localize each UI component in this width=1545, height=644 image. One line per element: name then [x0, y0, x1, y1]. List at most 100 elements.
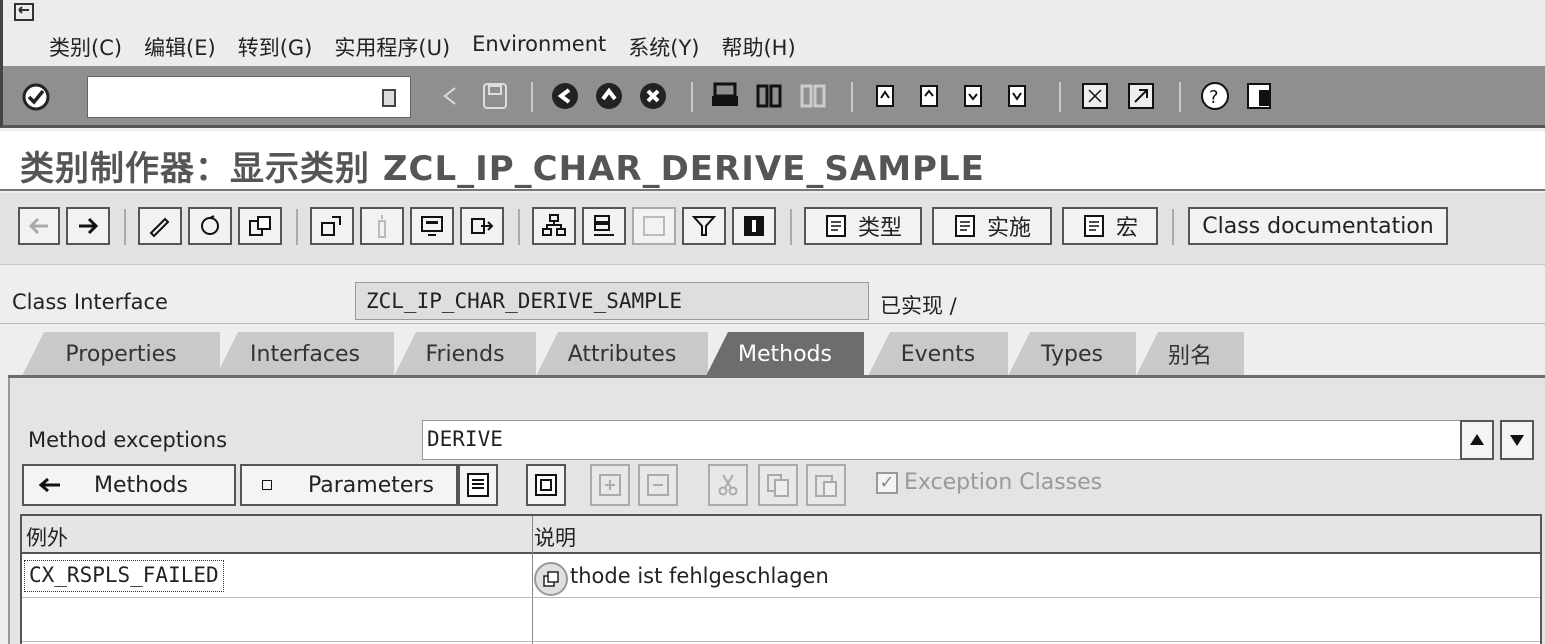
column-header-exception[interactable]: 例外 [26, 522, 68, 552]
help-icon[interactable]: ? [1199, 80, 1231, 112]
print-icon[interactable] [709, 80, 741, 112]
info-icon [744, 216, 764, 236]
object-list-button[interactable] [532, 207, 576, 245]
class-documentation-button[interactable]: Class documentation [1188, 207, 1448, 245]
menu-system[interactable]: 系统(Y) [628, 32, 699, 62]
menu-class[interactable]: 类别(C) [49, 32, 122, 62]
stack-icon [594, 215, 614, 236]
last-page-icon[interactable] [1001, 80, 1033, 112]
table-row[interactable]: CX_RSPLS_FAILED thode ist fehlgeschlagen [22, 554, 1540, 598]
menu-environment[interactable]: Environment [472, 32, 606, 62]
type-button[interactable]: 类型 [804, 207, 922, 245]
where-used-button[interactable] [410, 207, 454, 245]
source-code-icon [1083, 215, 1104, 237]
back-to-methods-button[interactable]: Methods [22, 464, 236, 506]
exit-icon[interactable] [593, 80, 625, 112]
tab-friends[interactable]: Friends [394, 332, 536, 376]
filter-button[interactable] [682, 207, 726, 245]
arrow-right-icon [79, 217, 99, 235]
description-cell[interactable]: thode ist fehlgeschlagen [570, 564, 829, 588]
menu-goto[interactable]: 转到(G) [238, 32, 313, 62]
insert-row-button[interactable] [526, 464, 566, 506]
shortcut-icon[interactable] [1125, 80, 1157, 112]
tab-types[interactable]: Types [1008, 332, 1136, 376]
active-inactive-button[interactable] [188, 207, 232, 245]
tab-attributes[interactable]: Attributes [536, 332, 708, 376]
find-icon[interactable] [753, 80, 785, 112]
cut-button[interactable] [708, 464, 748, 506]
cancel-icon[interactable] [637, 80, 669, 112]
save-icon[interactable] [479, 80, 511, 112]
method-exceptions-row: Method exceptions DERIVE [18, 420, 1545, 462]
exception-classes-checkbox[interactable]: ✓ Exception Classes [876, 470, 1102, 495]
forward-arrow-button[interactable] [66, 207, 110, 245]
tooltip-icon[interactable] [534, 562, 568, 596]
macro-button[interactable]: 宏 [1062, 207, 1158, 245]
hierarchy-icon [321, 216, 341, 236]
test-button[interactable] [460, 207, 504, 245]
menu-edit[interactable]: 编辑(E) [144, 32, 216, 62]
command-history-icon[interactable] [382, 89, 396, 107]
menu-bar: 类别(C) 编辑(E) 转到(G) 实用程序(U) Environment 系统… [0, 0, 1545, 66]
navigation-window-button[interactable] [582, 207, 626, 245]
square-icon [262, 480, 272, 490]
objects-icon [249, 216, 271, 236]
monitor-icon [421, 216, 443, 236]
implementation-status: 已实现 / [880, 294, 957, 318]
implementation-button[interactable]: 实施 [932, 207, 1052, 245]
checkmark-icon: ✓ [876, 471, 898, 494]
enter-icon[interactable] [21, 82, 51, 112]
column-header-description[interactable]: 说明 [534, 522, 576, 552]
class-interface-label: Class Interface [12, 290, 168, 314]
window-menu-icon[interactable] [13, 2, 37, 24]
info-button[interactable] [732, 207, 776, 245]
exception-cell[interactable]: CX_RSPLS_FAILED [24, 560, 224, 592]
window-restore-icon [543, 571, 559, 587]
paste-icon [815, 475, 837, 497]
tab-events[interactable]: Events [868, 332, 1008, 376]
display-change-button[interactable] [138, 207, 182, 245]
tab-properties[interactable]: Properties [22, 332, 220, 376]
previous-method-button[interactable] [1460, 420, 1494, 460]
copy-button[interactable] [758, 464, 798, 506]
help-display-button[interactable] [632, 207, 676, 245]
exception-classes-label: Exception Classes [904, 470, 1103, 495]
activate-button[interactable] [360, 207, 404, 245]
layout-menu-icon[interactable] [1243, 80, 1275, 112]
next-method-button[interactable] [1500, 420, 1534, 460]
paste-button[interactable] [806, 464, 846, 506]
tree-icon [542, 214, 566, 236]
insert-line-button[interactable] [590, 464, 630, 506]
first-page-icon[interactable] [869, 80, 901, 112]
title-bar: 类别制作器：显示类别 ZCL_IP_CHAR_DERIVE_SAMPLE [0, 131, 1545, 191]
insert-row-icon [599, 474, 621, 496]
triangle-down-icon [1510, 435, 1524, 446]
type-button-label: 类型 [857, 216, 902, 241]
source-code-icon [825, 215, 846, 237]
exceptions-table: 例外 说明 CX_RSPLS_FAILED thode ist fehlgesc… [20, 514, 1542, 644]
find-next-icon[interactable] [797, 80, 829, 112]
back-icon[interactable] [435, 80, 467, 112]
new-session-icon[interactable] [1079, 80, 1111, 112]
detail-view-button[interactable] [458, 464, 498, 506]
prev-page-icon[interactable] [913, 80, 945, 112]
implementation-button-label: 实施 [986, 216, 1031, 241]
refresh-icon [201, 215, 219, 235]
application-toolbar: 类型 实施 宏 Class documentation [0, 193, 1545, 265]
table-row[interactable] [22, 598, 1540, 642]
menu-help[interactable]: 帮助(H) [721, 32, 795, 62]
delete-line-button[interactable] [638, 464, 678, 506]
next-page-icon[interactable] [957, 80, 989, 112]
check-button[interactable] [310, 207, 354, 245]
other-object-button[interactable] [238, 207, 282, 245]
green-back-icon[interactable] [549, 80, 581, 112]
tab-interfaces[interactable]: Interfaces [216, 332, 394, 376]
tab-methods[interactable]: Methods [706, 332, 864, 376]
macro-button-label: 宏 [1115, 216, 1138, 241]
parameters-button[interactable]: Parameters [240, 464, 458, 506]
copy-icon [767, 474, 789, 497]
tab-aliases[interactable]: 别名 [1136, 332, 1244, 376]
back-arrow-button[interactable] [18, 207, 60, 245]
menu-utilities[interactable]: 实用程序(U) [334, 32, 450, 62]
command-field[interactable] [87, 76, 411, 118]
